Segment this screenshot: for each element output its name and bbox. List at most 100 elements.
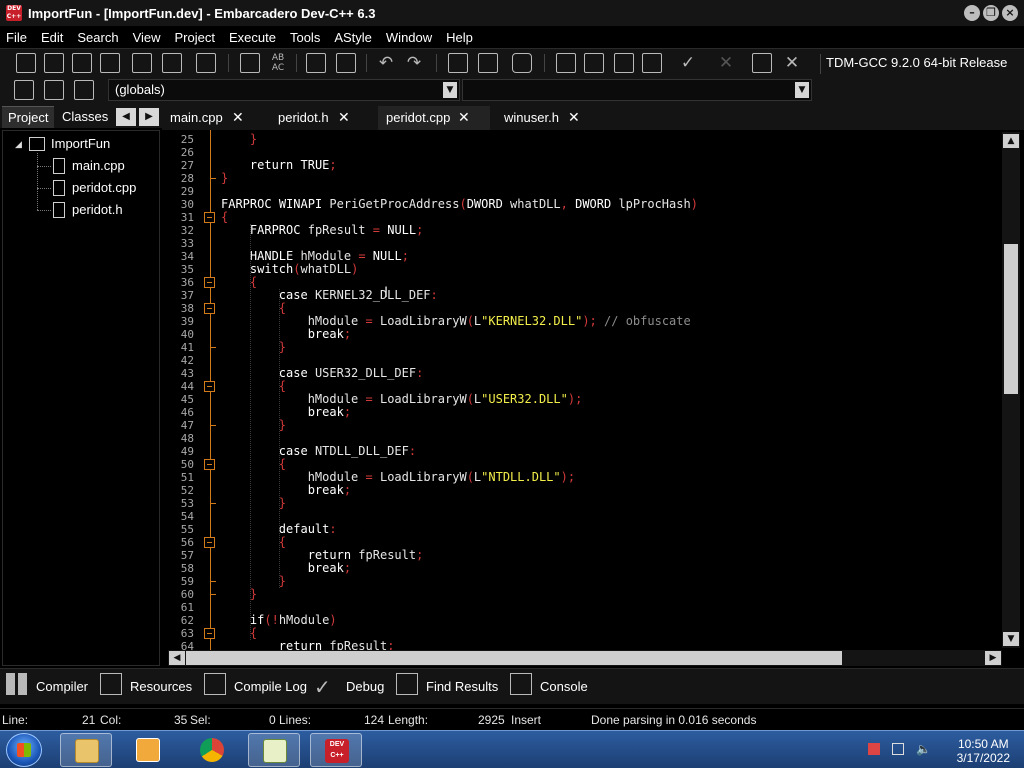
- scroll-thumb[interactable]: [186, 651, 842, 665]
- code-editor[interactable]: 25 26 27 28 29 30 31 32 33 34 35 36 37 38 39 40 41 42 43 44…: [166, 130, 1020, 650]
- start-button[interactable]: [6, 733, 42, 767]
- menu-edit[interactable]: Edit: [41, 30, 63, 45]
- tab-find-results[interactable]: Find Results: [426, 675, 498, 699]
- taskbar-chrome[interactable]: [186, 733, 238, 767]
- close-all-icon[interactable]: [162, 53, 182, 73]
- bookmark-icon[interactable]: [44, 80, 64, 100]
- bookmark-list-icon[interactable]: [74, 80, 94, 100]
- tab-compile-log[interactable]: Compile Log: [234, 675, 307, 699]
- stop-icon[interactable]: ✕: [716, 53, 736, 73]
- taskbar-devcpp[interactable]: DEV C++: [310, 733, 362, 767]
- compile-run-icon[interactable]: [614, 53, 634, 73]
- tab-scroll-right-icon[interactable]: ▶: [139, 108, 159, 126]
- tree-file-peridot-cpp[interactable]: peridot.cpp: [72, 178, 136, 198]
- scroll-thumb[interactable]: [1004, 244, 1018, 394]
- goto-icon[interactable]: [14, 80, 34, 100]
- taskbar-explorer[interactable]: [60, 733, 112, 767]
- tab-scroll-left-icon[interactable]: ◀: [116, 108, 136, 126]
- tree-file-main-cpp[interactable]: main.cpp: [72, 156, 125, 176]
- network-icon[interactable]: [892, 743, 904, 755]
- fold-toggle-icon[interactable]: [204, 628, 215, 639]
- new-file-icon[interactable]: [16, 53, 36, 73]
- run-icon[interactable]: [584, 53, 604, 73]
- scope-combo[interactable]: (globals) ▼: [108, 79, 460, 101]
- menu-help[interactable]: Help: [446, 30, 473, 45]
- fold-toggle-icon[interactable]: [204, 212, 215, 223]
- restore-button[interactable]: ❐: [983, 5, 999, 21]
- tab-resources[interactable]: Resources: [130, 675, 192, 699]
- scroll-down-icon[interactable]: ▼: [1003, 632, 1019, 646]
- close-icon[interactable]: ✕: [568, 106, 580, 130]
- tab-debug[interactable]: Debug: [346, 675, 384, 699]
- line-number: 40: [180, 328, 194, 341]
- scroll-left-icon[interactable]: ◀: [169, 651, 185, 665]
- tab-classes[interactable]: Classes: [56, 106, 114, 128]
- editor-horizontal-scrollbar[interactable]: ◀ ▶: [168, 650, 1002, 666]
- editor-vertical-scrollbar[interactable]: ▲ ▼: [1002, 132, 1020, 648]
- tree-file-peridot-h[interactable]: peridot.h: [72, 200, 123, 220]
- menu-astyle[interactable]: AStyle: [334, 30, 372, 45]
- scroll-up-icon[interactable]: ▲: [1003, 134, 1019, 148]
- chevron-down-icon[interactable]: ▼: [443, 82, 457, 98]
- scroll-right-icon[interactable]: ▶: [985, 651, 1001, 665]
- close-icon[interactable]: ✕: [458, 106, 470, 130]
- tab-peridot-h[interactable]: peridot.h ✕: [270, 106, 376, 130]
- add-to-project-icon[interactable]: [478, 53, 498, 73]
- new-project-icon[interactable]: [448, 53, 468, 73]
- tree-project-node[interactable]: ImportFun: [51, 134, 110, 154]
- member-combo[interactable]: ▼: [462, 79, 812, 101]
- replace-icon[interactable]: AB AC: [268, 53, 288, 73]
- menu-search[interactable]: Search: [77, 30, 118, 45]
- tab-main-cpp[interactable]: main.cpp ✕: [162, 106, 268, 130]
- save-all-icon[interactable]: [100, 53, 120, 73]
- status-length-label: Length:: [388, 713, 429, 727]
- unindent-icon[interactable]: [336, 53, 356, 73]
- find-icon[interactable]: [240, 53, 260, 73]
- taskbar-notepad[interactable]: [248, 733, 300, 767]
- action-center-icon[interactable]: [868, 743, 880, 755]
- redo-icon[interactable]: ↷: [404, 53, 424, 73]
- tab-peridot-cpp[interactable]: peridot.cpp ✕: [378, 106, 490, 130]
- print-icon[interactable]: [196, 53, 216, 73]
- line-number: 45: [180, 393, 194, 406]
- save-icon[interactable]: [72, 53, 92, 73]
- minimize-button[interactable]: –: [964, 5, 980, 21]
- menu-execute[interactable]: Execute: [229, 30, 276, 45]
- menu-tools[interactable]: Tools: [290, 30, 320, 45]
- chevron-down-icon[interactable]: ▼: [795, 82, 809, 98]
- rebuild-icon[interactable]: [642, 53, 662, 73]
- close-file-icon[interactable]: [132, 53, 152, 73]
- code-line: }: [278, 496, 287, 510]
- close-icon[interactable]: ✕: [232, 106, 244, 130]
- tab-compiler[interactable]: Compiler: [36, 675, 88, 699]
- fold-toggle-icon[interactable]: [204, 277, 215, 288]
- delete-profile-icon[interactable]: ✕: [782, 53, 802, 73]
- windows-taskbar: DEV C++ 🔈 10:50 AM 3/17/2022: [0, 730, 1024, 768]
- expand-arrow-icon[interactable]: ◢: [15, 139, 22, 150]
- syntax-check-icon[interactable]: ✓: [678, 53, 698, 73]
- fold-toggle-icon[interactable]: [204, 303, 215, 314]
- fold-toggle-icon[interactable]: [204, 459, 215, 470]
- project-options-icon[interactable]: [512, 53, 532, 73]
- menu-view[interactable]: View: [133, 30, 161, 45]
- undo-icon[interactable]: ↶: [376, 53, 396, 73]
- fold-toggle-icon[interactable]: [204, 381, 215, 392]
- open-folder-icon[interactable]: [44, 53, 64, 73]
- compile-icon[interactable]: [556, 53, 576, 73]
- menu-file[interactable]: File: [6, 30, 27, 45]
- tab-winuser-h[interactable]: winuser.h ✕: [496, 106, 606, 130]
- tab-console[interactable]: Console: [540, 675, 588, 699]
- close-icon[interactable]: ✕: [338, 106, 350, 130]
- indent-icon[interactable]: [306, 53, 326, 73]
- close-button[interactable]: ×: [1002, 5, 1018, 21]
- clock[interactable]: 10:50 AM 3/17/2022: [957, 737, 1010, 765]
- line-number: 59: [180, 575, 194, 588]
- fold-toggle-icon[interactable]: [204, 537, 215, 548]
- profile-icon[interactable]: [752, 53, 772, 73]
- menu-project[interactable]: Project: [175, 30, 215, 45]
- tab-project[interactable]: Project: [2, 106, 55, 128]
- volume-icon[interactable]: 🔈: [916, 743, 931, 755]
- compiler-selector[interactable]: TDM-GCC 9.2.0 64-bit Release: [820, 54, 1007, 74]
- taskbar-media-player[interactable]: [122, 733, 174, 767]
- menu-window[interactable]: Window: [386, 30, 432, 45]
